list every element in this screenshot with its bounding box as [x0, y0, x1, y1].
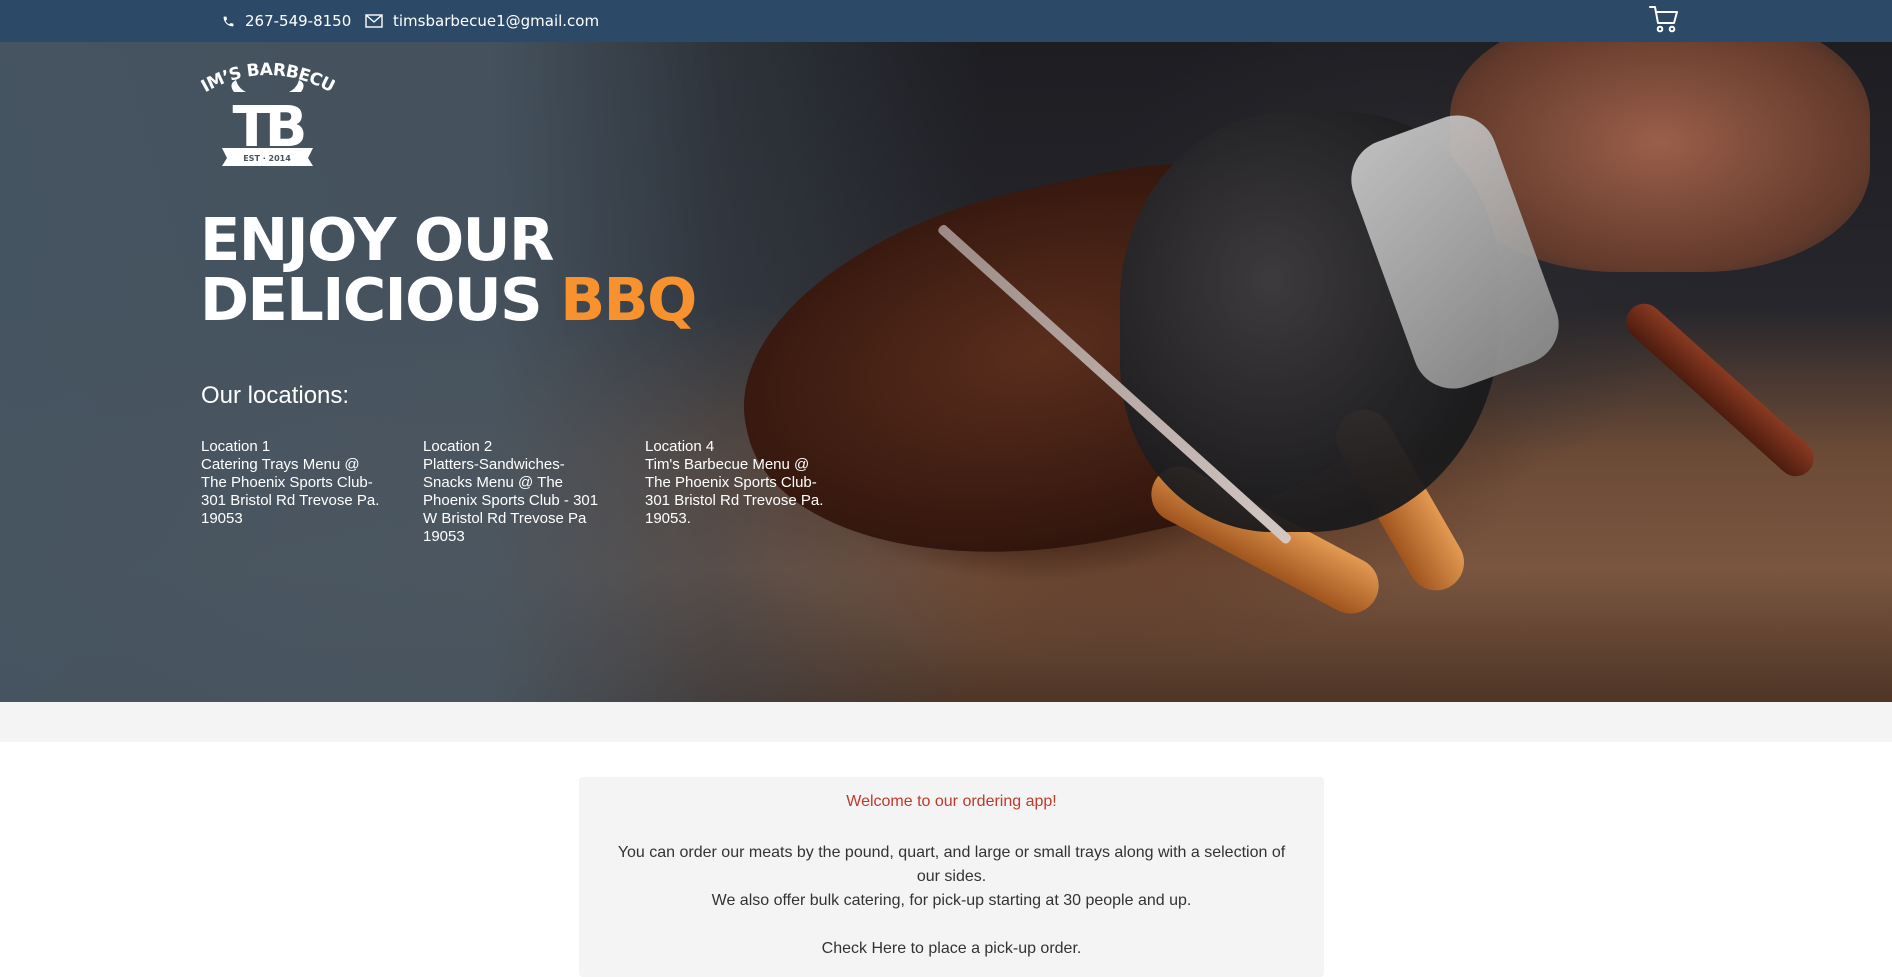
email-address: timsbarbecue1@gmail.com — [393, 12, 600, 30]
location-4[interactable]: Location 4 Tim's Barbecue Menu @ The Pho… — [645, 438, 825, 528]
svg-text:TIM’S BARBECUE: TIM’S BARBECUE — [200, 62, 335, 97]
email-contact[interactable]: timsbarbecue1@gmail.com — [365, 0, 599, 42]
headline-line-2: DELICIOUS BBQ — [200, 270, 697, 330]
location-label[interactable]: Location 2 — [423, 438, 603, 456]
location-label[interactable]: Location 4 — [645, 438, 825, 456]
headline-line-1: ENJOY OUR — [200, 205, 554, 274]
site-logo[interactable]: TIM’S BARBECUE TB EST · 2014 — [194, 47, 338, 168]
location-link[interactable]: Platters-Sandwiches-Snacks Menu @ The Ph… — [423, 456, 603, 546]
top-bar: 267-549-8150 timsbarbecue1@gmail.com — [0, 0, 1892, 42]
location-label[interactable]: Location 1 — [201, 438, 381, 456]
location-2[interactable]: Location 2 Platters-Sandwiches-Snacks Me… — [423, 438, 603, 546]
catering-description: We also offer bulk catering, for pick-up… — [711, 892, 1192, 909]
section-divider-band — [0, 702, 1892, 742]
locations-title: Our locations: — [201, 382, 350, 409]
pickup-order-prompt: Check Here to place a pick-up order. — [579, 937, 1324, 961]
ordering-description: You can order our meats by the pound, qu… — [617, 844, 1286, 885]
shopping-cart-icon — [1649, 6, 1678, 33]
svg-text:EST · 2014: EST · 2014 — [243, 154, 291, 163]
envelope-icon — [365, 14, 383, 28]
location-link[interactable]: Catering Trays Menu @ The Phoenix Sports… — [201, 456, 381, 528]
hero-photo-knife-handle — [1618, 296, 1822, 484]
location-link[interactable]: Tim's Barbecue Menu @ The Phoenix Sports… — [645, 456, 825, 528]
tims-barbecue-logo: TIM’S BARBECUE TB EST · 2014 — [194, 47, 338, 166]
phone-contact[interactable]: 267-549-8150 — [222, 0, 351, 42]
pickup-order-link[interactable]: Check Here to place a pick-up order. — [822, 940, 1082, 957]
hero-headline: ENJOY OUR DELICIOUS BBQ — [200, 205, 697, 330]
headline-plain: DELICIOUS — [200, 265, 543, 334]
headline-accent: BBQ — [560, 265, 697, 334]
welcome-message: Welcome to our ordering app! — [846, 793, 1057, 810]
phone-icon — [223, 16, 234, 26]
cart-button[interactable] — [1648, 3, 1680, 35]
info-card: Welcome to our ordering app! You can ord… — [579, 777, 1324, 977]
phone-number: 267-549-8150 — [245, 12, 352, 30]
location-1[interactable]: Location 1 Catering Trays Menu @ The Pho… — [201, 438, 381, 528]
